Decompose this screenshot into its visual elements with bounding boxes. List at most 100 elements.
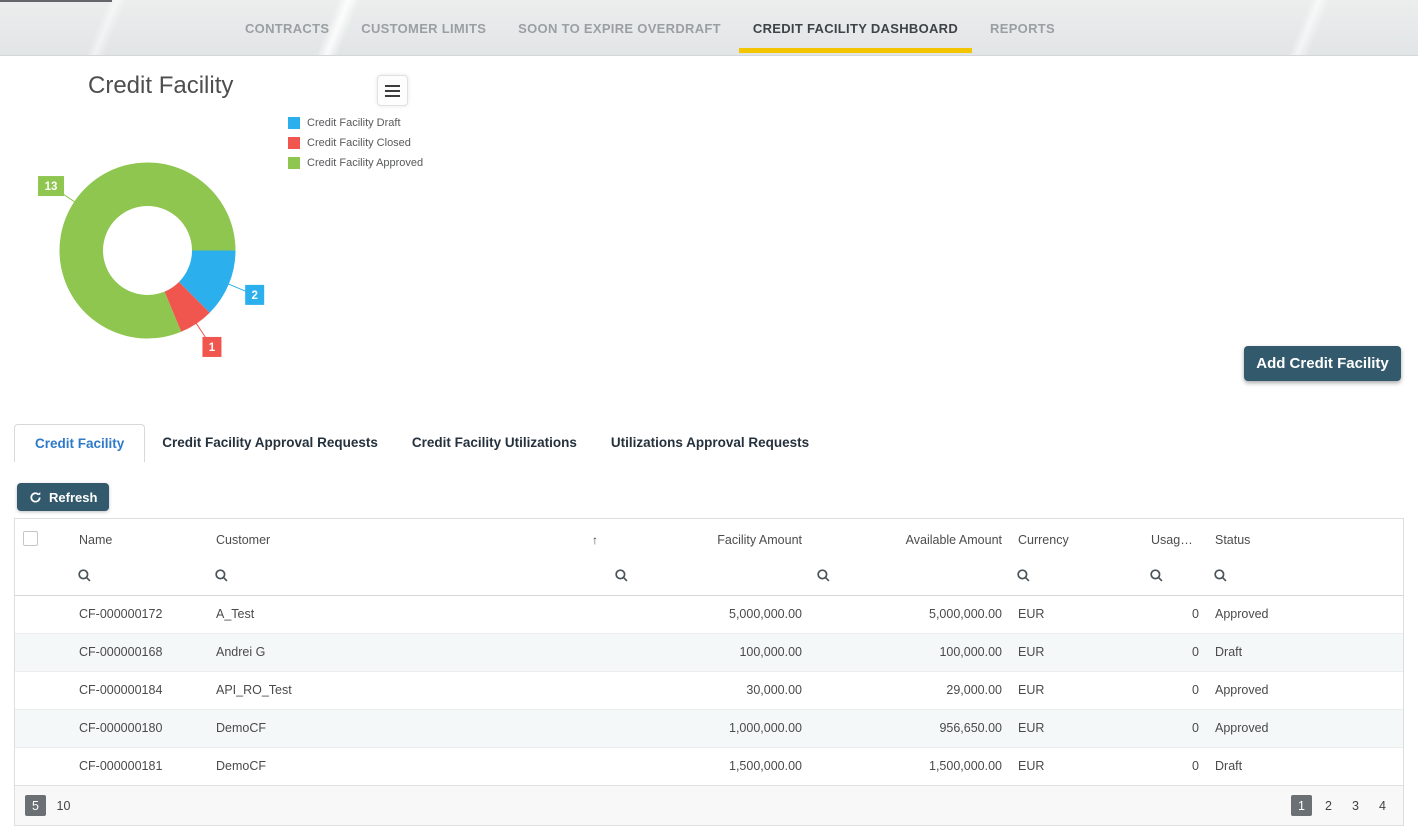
- grid-body: CF-000000172A_Test5,000,000.005,000,000.…: [15, 595, 1403, 785]
- filter-cell-status: [1207, 561, 1403, 595]
- nav-item-contracts[interactable]: CONTRACTS: [229, 0, 345, 56]
- refresh-button[interactable]: Refresh: [17, 483, 109, 511]
- cell-customer: A_Test: [208, 595, 608, 633]
- cell-name: CF-000000180: [71, 709, 208, 747]
- grid-table: NameCustomer↑Facility AmountAvailable Am…: [15, 519, 1403, 785]
- chart-legend: Credit Facility Draft Credit Facility Clo…: [288, 117, 423, 177]
- refresh-icon: [29, 491, 42, 504]
- column-header-usage-p[interactable]: Usage P...: [1143, 519, 1207, 561]
- filter-search-icon[interactable]: [77, 568, 92, 588]
- page-size-10[interactable]: 10: [53, 795, 74, 816]
- tab-utilizations-approval-requests[interactable]: Utilizations Approval Requests: [594, 424, 826, 462]
- corner-strip: [0, 0, 112, 2]
- cell-name: CF-000000181: [71, 747, 208, 785]
- cell-currency: EUR: [1010, 747, 1143, 785]
- table-row[interactable]: CF-000000180DemoCF1,000,000.00956,650.00…: [15, 709, 1403, 747]
- cell-status: Draft: [1207, 633, 1403, 671]
- cell-currency: EUR: [1010, 595, 1143, 633]
- row-select-cell: [15, 709, 71, 747]
- slice-value-label: 2: [251, 290, 257, 302]
- cell-currency: EUR: [1010, 709, 1143, 747]
- cell-status: Draft: [1207, 747, 1403, 785]
- page-number-1[interactable]: 1: [1291, 795, 1312, 816]
- slice-value-label: 13: [45, 181, 58, 193]
- chart-menu-button[interactable]: [377, 75, 408, 106]
- filter-cell-currency: [1010, 561, 1143, 595]
- row-select-cell: [15, 595, 71, 633]
- filter-search-icon[interactable]: [614, 568, 629, 588]
- page-title: Credit Facility: [88, 72, 233, 100]
- column-header-name[interactable]: Name: [71, 519, 208, 561]
- page-size-5[interactable]: 5: [25, 795, 46, 816]
- cell-usage-p: 0: [1143, 633, 1207, 671]
- filter-cell-available-amount: [810, 561, 1010, 595]
- page-number-selector: 1234: [1285, 795, 1393, 816]
- filter-cell-usage-p: [1143, 561, 1207, 595]
- filter-cell-facility-amount: [608, 561, 810, 595]
- cell-usage-p: 0: [1143, 671, 1207, 709]
- cell-available-amount: 100,000.00: [810, 633, 1010, 671]
- legend-item-credit-facility-approved[interactable]: Credit Facility Approved: [288, 157, 423, 169]
- cell-status: Approved: [1207, 709, 1403, 747]
- column-header-available-amount[interactable]: Available Amount: [810, 519, 1010, 561]
- filter-search-icon[interactable]: [1213, 568, 1228, 588]
- cell-facility-amount: 30,000.00: [608, 671, 810, 709]
- legend-item-credit-facility-closed[interactable]: Credit Facility Closed: [288, 137, 423, 149]
- cell-name: CF-000000168: [71, 633, 208, 671]
- cell-usage-p: 0: [1143, 747, 1207, 785]
- nav-item-credit-facility-dashboard[interactable]: CREDIT FACILITY DASHBOARD: [737, 0, 974, 56]
- cell-currency: EUR: [1010, 671, 1143, 709]
- filter-search-icon[interactable]: [214, 568, 229, 588]
- cell-available-amount: 1,500,000.00: [810, 747, 1010, 785]
- top-nav-bar: CONTRACTSCUSTOMER LIMITSSOON TO EXPIRE O…: [0, 0, 1418, 56]
- legend-label: Credit Facility Draft: [307, 117, 401, 129]
- cell-customer: Andrei G: [208, 633, 608, 671]
- page-number-3[interactable]: 3: [1345, 795, 1366, 816]
- cell-name: CF-000000184: [71, 671, 208, 709]
- table-row[interactable]: CF-000000184API_RO_Test30,000.0029,000.0…: [15, 671, 1403, 709]
- tab-credit-facility-approval-requests[interactable]: Credit Facility Approval Requests: [145, 424, 395, 462]
- cell-facility-amount: 1,500,000.00: [608, 747, 810, 785]
- table-row[interactable]: CF-000000181DemoCF1,500,000.001,500,000.…: [15, 747, 1403, 785]
- top-nav: CONTRACTSCUSTOMER LIMITSSOON TO EXPIRE O…: [229, 0, 1071, 56]
- legend-item-credit-facility-draft[interactable]: Credit Facility Draft: [288, 117, 423, 129]
- nav-item-soon-to-expire-overdraft[interactable]: SOON TO EXPIRE OVERDRAFT: [502, 0, 737, 56]
- refresh-label: Refresh: [49, 490, 97, 505]
- cell-available-amount: 956,650.00: [810, 709, 1010, 747]
- legend-swatch: [288, 117, 300, 129]
- table-row[interactable]: CF-000000172A_Test5,000,000.005,000,000.…: [15, 595, 1403, 633]
- tabstrip: Credit FacilityCredit Facility Approval …: [14, 424, 826, 462]
- column-header-customer[interactable]: Customer↑: [208, 519, 608, 561]
- cell-usage-p: 0: [1143, 595, 1207, 633]
- row-select-cell: [15, 633, 71, 671]
- page-number-4[interactable]: 4: [1372, 795, 1393, 816]
- legend-label: Credit Facility Approved: [307, 157, 423, 169]
- cell-available-amount: 29,000.00: [810, 671, 1010, 709]
- nav-item-customer-limits[interactable]: CUSTOMER LIMITS: [345, 0, 502, 56]
- cell-status: Approved: [1207, 595, 1403, 633]
- slice-value-label: 1: [209, 342, 216, 354]
- filter-search-icon[interactable]: [816, 568, 831, 588]
- nav-item-reports[interactable]: REPORTS: [974, 0, 1071, 56]
- select-all-checkbox[interactable]: [23, 531, 38, 546]
- cell-customer: DemoCF: [208, 709, 608, 747]
- header-row: NameCustomer↑Facility AmountAvailable Am…: [15, 519, 1403, 561]
- page-size-selector: 5 10: [25, 795, 81, 816]
- cell-name: CF-000000172: [71, 595, 208, 633]
- add-credit-facility-button[interactable]: Add Credit Facility: [1244, 346, 1401, 381]
- cell-facility-amount: 100,000.00: [608, 633, 810, 671]
- filter-search-icon[interactable]: [1149, 568, 1164, 588]
- tab-credit-facility[interactable]: Credit Facility: [14, 424, 145, 462]
- column-header-status[interactable]: Status: [1207, 519, 1403, 561]
- filter-cell-customer: [208, 561, 608, 595]
- column-header-facility-amount[interactable]: Facility Amount: [608, 519, 810, 561]
- cell-usage-p: 0: [1143, 709, 1207, 747]
- table-row[interactable]: CF-000000168Andrei G100,000.00100,000.00…: [15, 633, 1403, 671]
- tab-credit-facility-utilizations[interactable]: Credit Facility Utilizations: [395, 424, 594, 462]
- credit-facility-grid: NameCustomer↑Facility AmountAvailable Am…: [14, 518, 1404, 826]
- page-number-2[interactable]: 2: [1318, 795, 1339, 816]
- row-select-cell: [15, 671, 71, 709]
- filter-search-icon[interactable]: [1016, 568, 1031, 588]
- column-header-currency[interactable]: Currency: [1010, 519, 1143, 561]
- row-select-cell: [15, 747, 71, 785]
